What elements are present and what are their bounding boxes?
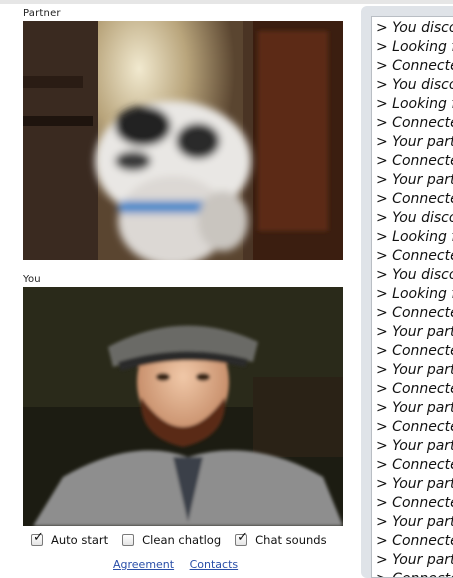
agreement-link[interactable]: Agreement (113, 558, 174, 571)
chat-line: > Connecte (376, 191, 453, 207)
chat-sounds-box[interactable]: ✓ (235, 530, 249, 546)
chat-line: > Looking f (376, 286, 453, 302)
partner-video (23, 21, 343, 260)
chat-log[interactable]: > You disco > Looking f > Connecte > You di… (371, 16, 453, 578)
auto-start-label: Auto start (51, 533, 109, 547)
chat-line: > You disco (376, 77, 453, 93)
chat-line: > Connecte (376, 248, 453, 264)
chat-line: > Connecte (376, 533, 453, 549)
chat-sounds-label: Chat sounds (255, 533, 327, 547)
you-video (23, 287, 343, 526)
chat-line: > Your part (376, 324, 453, 340)
chat-line: > Your part (376, 172, 453, 188)
chat-line: > Your part (376, 438, 453, 454)
chat-line: > Connecte (376, 571, 453, 577)
you-label: You (23, 274, 41, 285)
clean-chatlog-checkbox[interactable]: Clean chatlog (122, 533, 221, 547)
chat-line: > Looking f (376, 229, 453, 245)
options-bar: ✓ Auto start Clean chatlog ✓ Chat sounds (31, 531, 341, 549)
chat-line: > Your part (376, 476, 453, 492)
chat-line: > Connecte (376, 153, 453, 169)
contacts-link[interactable]: Contacts (190, 558, 239, 571)
auto-start-checkbox[interactable]: ✓ Auto start (31, 530, 109, 547)
chat-line: > Looking f (376, 39, 453, 55)
chat-line: > You disco (376, 20, 453, 36)
check-icon: ✓ (237, 530, 249, 545)
chat-line: > Your part (376, 514, 453, 530)
chat-line: > Connecte (376, 419, 453, 435)
auto-start-box[interactable]: ✓ (31, 530, 44, 546)
chat-sounds-checkbox[interactable]: ✓ Chat sounds (235, 530, 327, 547)
chat-line: > Connecte (376, 495, 453, 511)
chat-line: > Your part (376, 362, 453, 378)
check-icon: ✓ (33, 530, 44, 545)
clean-chatlog-box[interactable] (122, 534, 135, 546)
chat-line: > You disco (376, 267, 453, 283)
chat-line: > You disco (376, 210, 453, 226)
chat-line: > Connecte (376, 457, 453, 473)
chat-line: > Your part (376, 400, 453, 416)
chat-line: > Connecte (376, 305, 453, 321)
partner-label: Partner (23, 8, 61, 19)
chat-line: > Connecte (376, 115, 453, 131)
chat-line: > Connecte (376, 381, 453, 397)
chat-line: > Your part (376, 134, 453, 150)
clean-chatlog-label: Clean chatlog (142, 533, 222, 547)
chat-line: > Looking f (376, 96, 453, 112)
chat-line: > Your part (376, 552, 453, 568)
window-top-strip (0, 0, 453, 4)
chat-line: > Connecte (376, 58, 453, 74)
chat-line: > Connecte (376, 343, 453, 359)
footer-links: Agreement Contacts (113, 558, 250, 571)
